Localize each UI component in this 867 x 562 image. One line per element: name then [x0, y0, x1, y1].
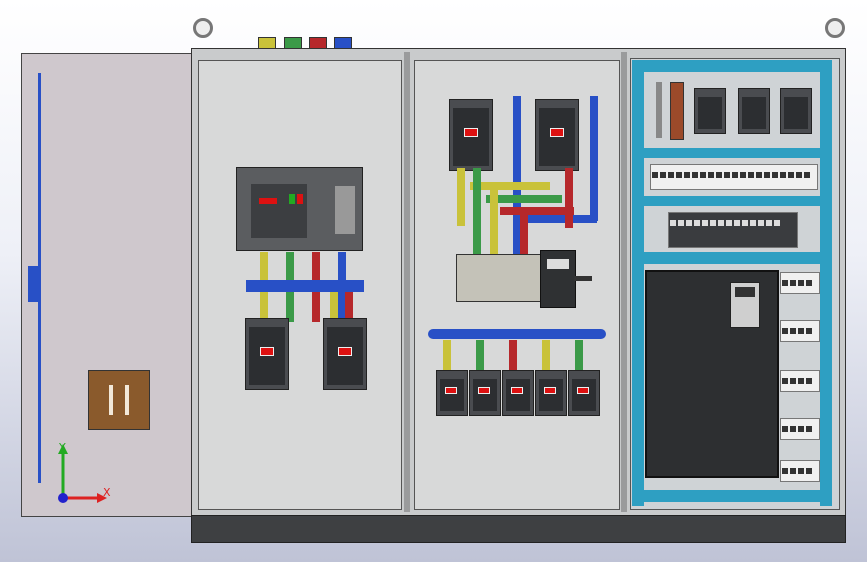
ground-bar	[670, 82, 684, 140]
teal-rail-left	[632, 60, 644, 506]
feeder-breaker-s1-2[interactable]	[323, 318, 367, 390]
door-rod	[38, 73, 41, 483]
section-divider-2	[621, 52, 627, 512]
terminal-block-right-5	[780, 460, 820, 482]
outgoing-breaker-1[interactable]	[436, 370, 468, 416]
vfd-keypad[interactable]	[730, 282, 760, 328]
incoming-breaker-s2-1[interactable]	[449, 99, 493, 171]
axis-x-label: X	[103, 486, 111, 499]
lifting-eye-left-icon	[193, 18, 213, 38]
bus-s2-yellow-h	[470, 182, 550, 190]
terminal-block-row-1	[650, 164, 818, 190]
bus-s2-yellow-v	[457, 168, 465, 226]
door-handle-latch[interactable]	[28, 266, 38, 302]
out-bar-4	[542, 340, 550, 370]
bus-s2-yellow-v2	[490, 182, 498, 258]
control-breaker-1[interactable]	[694, 88, 726, 134]
teal-rail-bottom	[632, 490, 832, 502]
control-breaker-2[interactable]	[738, 88, 770, 134]
terminal-block-right-1	[780, 272, 820, 294]
axis-y-label: Y	[59, 441, 66, 454]
outgoing-breaker-5[interactable]	[568, 370, 600, 416]
terminal-block-right-3	[780, 370, 820, 392]
door-pocket	[88, 370, 150, 430]
control-breaker-3[interactable]	[780, 88, 812, 134]
bus-s2-distribution	[428, 329, 606, 339]
din-rail-2	[644, 196, 820, 206]
rotary-isolator[interactable]	[456, 254, 544, 302]
isolator-handle[interactable]	[540, 250, 576, 308]
main-air-circuit-breaker[interactable]	[236, 167, 363, 251]
cabinet-base	[191, 515, 846, 543]
out-bar-2	[476, 340, 484, 370]
bus-s2-green-v	[473, 168, 481, 258]
teal-rail-top	[632, 60, 832, 72]
din-rail-1	[644, 148, 820, 158]
out-bar-1	[443, 340, 451, 370]
isolator-shaft	[574, 276, 592, 281]
incoming-breaker-s2-2[interactable]	[535, 99, 579, 171]
outgoing-breaker-2[interactable]	[469, 370, 501, 416]
section-divider-1	[404, 52, 410, 512]
outgoing-breaker-4[interactable]	[535, 370, 567, 416]
feeder-breaker-s1-1[interactable]	[245, 318, 289, 390]
out-bar-5	[575, 340, 583, 370]
bus-s2-blue-2	[590, 96, 598, 221]
outgoing-breaker-3[interactable]	[502, 370, 534, 416]
out-bar-3	[509, 340, 517, 370]
bus-s2-red-v2	[520, 207, 528, 257]
bus-s2-red-h	[500, 207, 574, 215]
lifting-eye-right-icon	[825, 18, 845, 38]
terminal-block-right-2	[780, 320, 820, 342]
relay-row	[668, 212, 798, 248]
bus-s1-cross	[246, 280, 364, 292]
bus-s2-red-v	[565, 168, 573, 228]
teal-rail-right	[820, 60, 832, 506]
teal-rail-mid	[632, 252, 832, 264]
terminal-block-right-4	[780, 418, 820, 440]
terminal-strip-vertical	[656, 82, 662, 138]
